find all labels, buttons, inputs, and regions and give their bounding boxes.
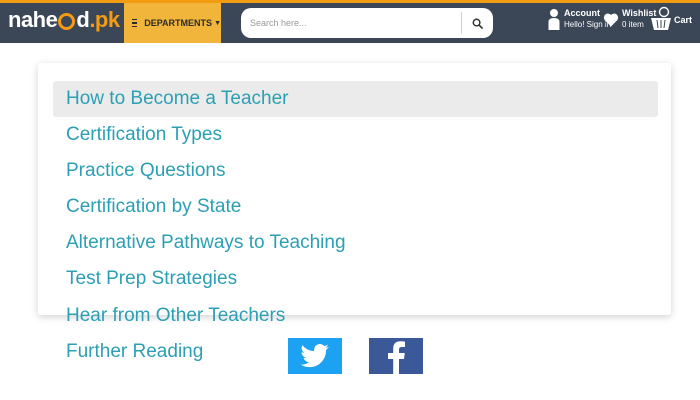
logo-text-end: d: [76, 7, 90, 32]
search-button[interactable]: [462, 9, 492, 37]
facebook-icon: [388, 341, 405, 374]
departments-button[interactable]: DEPARTMENTS ▼: [124, 3, 221, 43]
cart-link[interactable]: Cart: [650, 6, 692, 34]
departments-label: DEPARTMENTS: [144, 18, 213, 28]
twitter-button[interactable]: [288, 338, 342, 374]
search-icon: [472, 18, 483, 29]
menu-item-hear-from-other-teachers[interactable]: Hear from Other Teachers: [66, 298, 285, 334]
logo-domain: .pk: [89, 7, 120, 32]
menu-item-certification-by-state[interactable]: Certification by State: [66, 189, 241, 225]
wishlist-link[interactable]: Wishlist 0 item: [603, 8, 656, 30]
heart-icon: [603, 13, 619, 26]
caret-down-icon: ▼: [214, 19, 221, 27]
logo-ring-icon: [58, 12, 76, 30]
account-link[interactable]: Account Hello! Sign in: [548, 8, 611, 30]
cart-label: Cart: [674, 15, 693, 25]
menu-item-alternative-pathways[interactable]: Alternative Pathways to Teaching: [66, 225, 346, 261]
site-logo[interactable]: nahe d .pk: [8, 4, 120, 36]
logo-text-start: nahe: [8, 7, 58, 32]
cart-icon: [651, 6, 671, 30]
menu-item-further-reading[interactable]: Further Reading: [66, 334, 203, 370]
user-icon: [548, 9, 560, 30]
menu-item-certification-types[interactable]: Certification Types: [66, 117, 222, 153]
hamburger-icon: [132, 18, 138, 28]
search-input[interactable]: [241, 9, 461, 37]
menu-item-how-to-become-a-teacher[interactable]: How to Become a Teacher: [53, 81, 658, 117]
twitter-icon: [300, 344, 329, 368]
menu-item-test-prep-strategies[interactable]: Test Prep Strategies: [66, 261, 237, 297]
menu-item-practice-questions[interactable]: Practice Questions: [66, 153, 225, 189]
search-bar: [241, 8, 493, 38]
facebook-button[interactable]: [369, 338, 423, 374]
